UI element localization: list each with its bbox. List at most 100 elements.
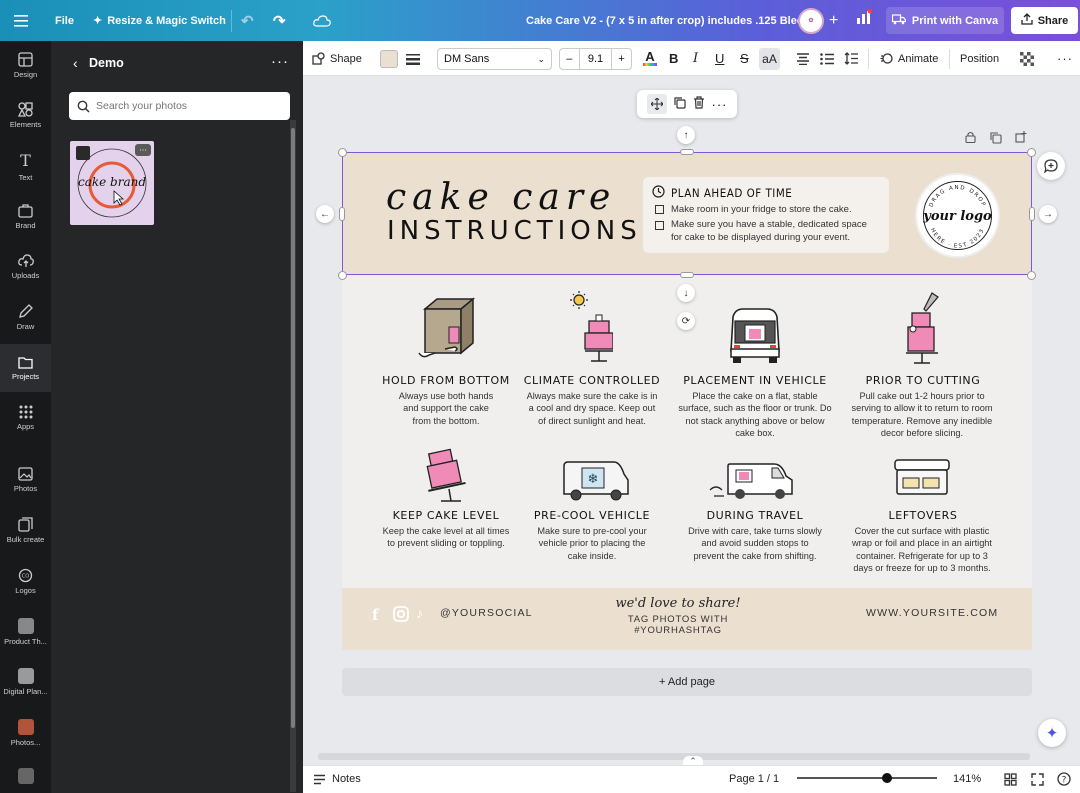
fill-color-swatch[interactable] [380, 41, 398, 76]
text-color-icon[interactable]: A [643, 41, 657, 76]
resize-handle[interactable] [1027, 271, 1036, 280]
rail-item-photos[interactable]: Photos [0, 456, 51, 504]
apps-grid-icon [19, 405, 32, 419]
letter-case-icon[interactable]: aA [759, 48, 780, 70]
folder-icon [18, 356, 33, 369]
zoom-slider-knob[interactable] [881, 773, 892, 783]
menu-icon[interactable] [14, 0, 28, 41]
rail-item-photos-app[interactable]: Photos... [0, 709, 51, 757]
rail-item-text[interactable]: T Text [0, 142, 51, 190]
arrow-right-icon[interactable]: → [1039, 205, 1057, 223]
shape-button[interactable]: Shape [312, 41, 362, 76]
cloud-save-icon[interactable] [313, 0, 331, 41]
rail-item-design[interactable]: Design [0, 41, 51, 89]
photo-thumbnail[interactable]: cake brand ··· [70, 141, 154, 225]
document-title[interactable]: Cake Care V2 - (7 x 5 in after crop) inc… [526, 0, 810, 41]
comment-button[interactable] [1037, 152, 1065, 180]
footer-hashtag: TAG PHOTOS WITH #YOURHASHTAG [627, 614, 729, 636]
arrow-left-icon[interactable]: ← [316, 205, 334, 223]
add-page-icon[interactable] [1015, 131, 1027, 146]
svg-text:HERE · EST 2023: HERE · EST 2023 [929, 227, 986, 249]
notes-button[interactable]: Notes [313, 765, 361, 793]
fullscreen-icon[interactable] [1031, 765, 1044, 793]
page-indicator[interactable]: Page 1 / 1 [729, 765, 779, 793]
text-icon: T [20, 150, 31, 170]
more-options-icon[interactable]: ··· [1057, 41, 1073, 76]
decrease-size-button[interactable]: – [560, 49, 580, 69]
resize-handle[interactable] [339, 207, 345, 221]
increase-size-button[interactable]: + [611, 49, 631, 69]
position-button[interactable]: Position [960, 41, 999, 76]
panel-scrollbar-thumb[interactable] [291, 128, 295, 728]
rail-item-digital-planner[interactable]: Digital Plan... [0, 658, 51, 706]
lock-icon[interactable] [965, 131, 976, 146]
rail-item-brand[interactable]: Brand [0, 192, 51, 240]
search-field[interactable] [69, 92, 290, 120]
rail-item-bulk-create[interactable]: Bulk create [0, 506, 51, 554]
italic-icon[interactable]: I [693, 41, 698, 76]
transparency-icon[interactable] [1020, 41, 1034, 76]
duplicate-page-icon[interactable] [990, 132, 1002, 147]
card-body-climate: Always make sure the cake is in a cool an… [526, 391, 658, 426]
undo-icon[interactable]: ↶ [241, 0, 254, 41]
rail-item-elements[interactable]: Elements [0, 91, 51, 139]
resize-handle[interactable] [338, 271, 347, 280]
resize-handle[interactable] [338, 148, 347, 157]
footer-social: @YOURSOCIAL [440, 607, 533, 619]
rail-item-uploads[interactable]: Uploads [0, 243, 51, 291]
help-icon[interactable]: ? [1057, 765, 1071, 793]
align-center-icon[interactable] [796, 41, 810, 76]
move-icon[interactable] [646, 94, 667, 114]
more-options-icon[interactable]: ··· [271, 53, 289, 70]
border-style-icon[interactable] [406, 41, 420, 76]
rail-item-product-thumbnail[interactable]: Product Th... [0, 608, 51, 656]
bold-icon[interactable]: B [669, 41, 678, 76]
rotate-icon[interactable]: ⟳ [677, 312, 695, 330]
redo-icon[interactable]: ↷ [273, 0, 286, 41]
zoom-value[interactable]: 141% [953, 765, 981, 793]
font-family-dropdown[interactable]: DM Sans ⌄ [437, 48, 552, 70]
footer-script: we'd love to share! [615, 596, 741, 611]
share-button[interactable]: Share [1011, 7, 1078, 34]
rail-item-logos[interactable]: CO Logos [0, 557, 51, 605]
more-options-icon[interactable]: ··· [712, 97, 728, 112]
resize-handle[interactable] [1029, 207, 1035, 221]
zoom-slider-track[interactable] [797, 777, 937, 779]
add-page-button[interactable]: + Add page [342, 668, 1032, 696]
rail-item-more-app[interactable] [0, 759, 51, 793]
magic-assistant-button[interactable]: ✦ [1038, 719, 1066, 747]
resize-handle[interactable] [680, 149, 694, 155]
analytics-icon[interactable] [856, 0, 872, 37]
line-spacing-icon[interactable] [844, 41, 858, 76]
arrow-down-icon[interactable]: ↓ [677, 284, 695, 302]
grid-view-icon[interactable] [1004, 765, 1017, 793]
app-thumbnail [17, 719, 34, 735]
strikethrough-icon[interactable]: S [740, 41, 749, 76]
photo-icon [18, 467, 33, 481]
logo-text: your logo [922, 209, 992, 224]
add-collaborator-icon[interactable]: + [829, 0, 838, 41]
plan-item: Make room in your fridge to store the ca… [671, 204, 852, 215]
resize-magic-switch-button[interactable]: ✦ Resize & Magic Switch [93, 0, 226, 41]
animate-button[interactable]: Animate [880, 41, 938, 76]
list-icon[interactable] [820, 41, 834, 76]
search-input[interactable] [96, 100, 276, 112]
card-body-cutting: Pull cake out 1-2 hours prior to serving … [851, 391, 993, 439]
avatar[interactable]: ✿ [798, 0, 824, 41]
cooled-van-icon: ❄ [563, 461, 629, 501]
underline-icon[interactable]: U [715, 41, 724, 76]
trash-icon[interactable] [693, 96, 705, 112]
duplicate-icon[interactable] [673, 96, 686, 112]
resize-handle[interactable] [1027, 148, 1036, 157]
rail-item-draw[interactable]: Draw [0, 293, 51, 341]
resize-handle[interactable] [680, 272, 694, 278]
font-size-stepper[interactable]: – 9.1 + [559, 48, 632, 70]
print-with-canva-button[interactable]: Print with Canva [886, 7, 1004, 34]
rotate-up-icon[interactable]: ↑ [677, 126, 695, 144]
back-chevron-icon[interactable]: ‹ [73, 55, 78, 71]
horizontal-scrollbar[interactable] [318, 753, 1030, 760]
file-menu[interactable]: File [55, 0, 74, 41]
rail-item-apps[interactable]: Apps [0, 394, 51, 442]
font-size-value[interactable]: 9.1 [580, 53, 612, 65]
rail-item-projects[interactable]: Projects [0, 344, 51, 392]
